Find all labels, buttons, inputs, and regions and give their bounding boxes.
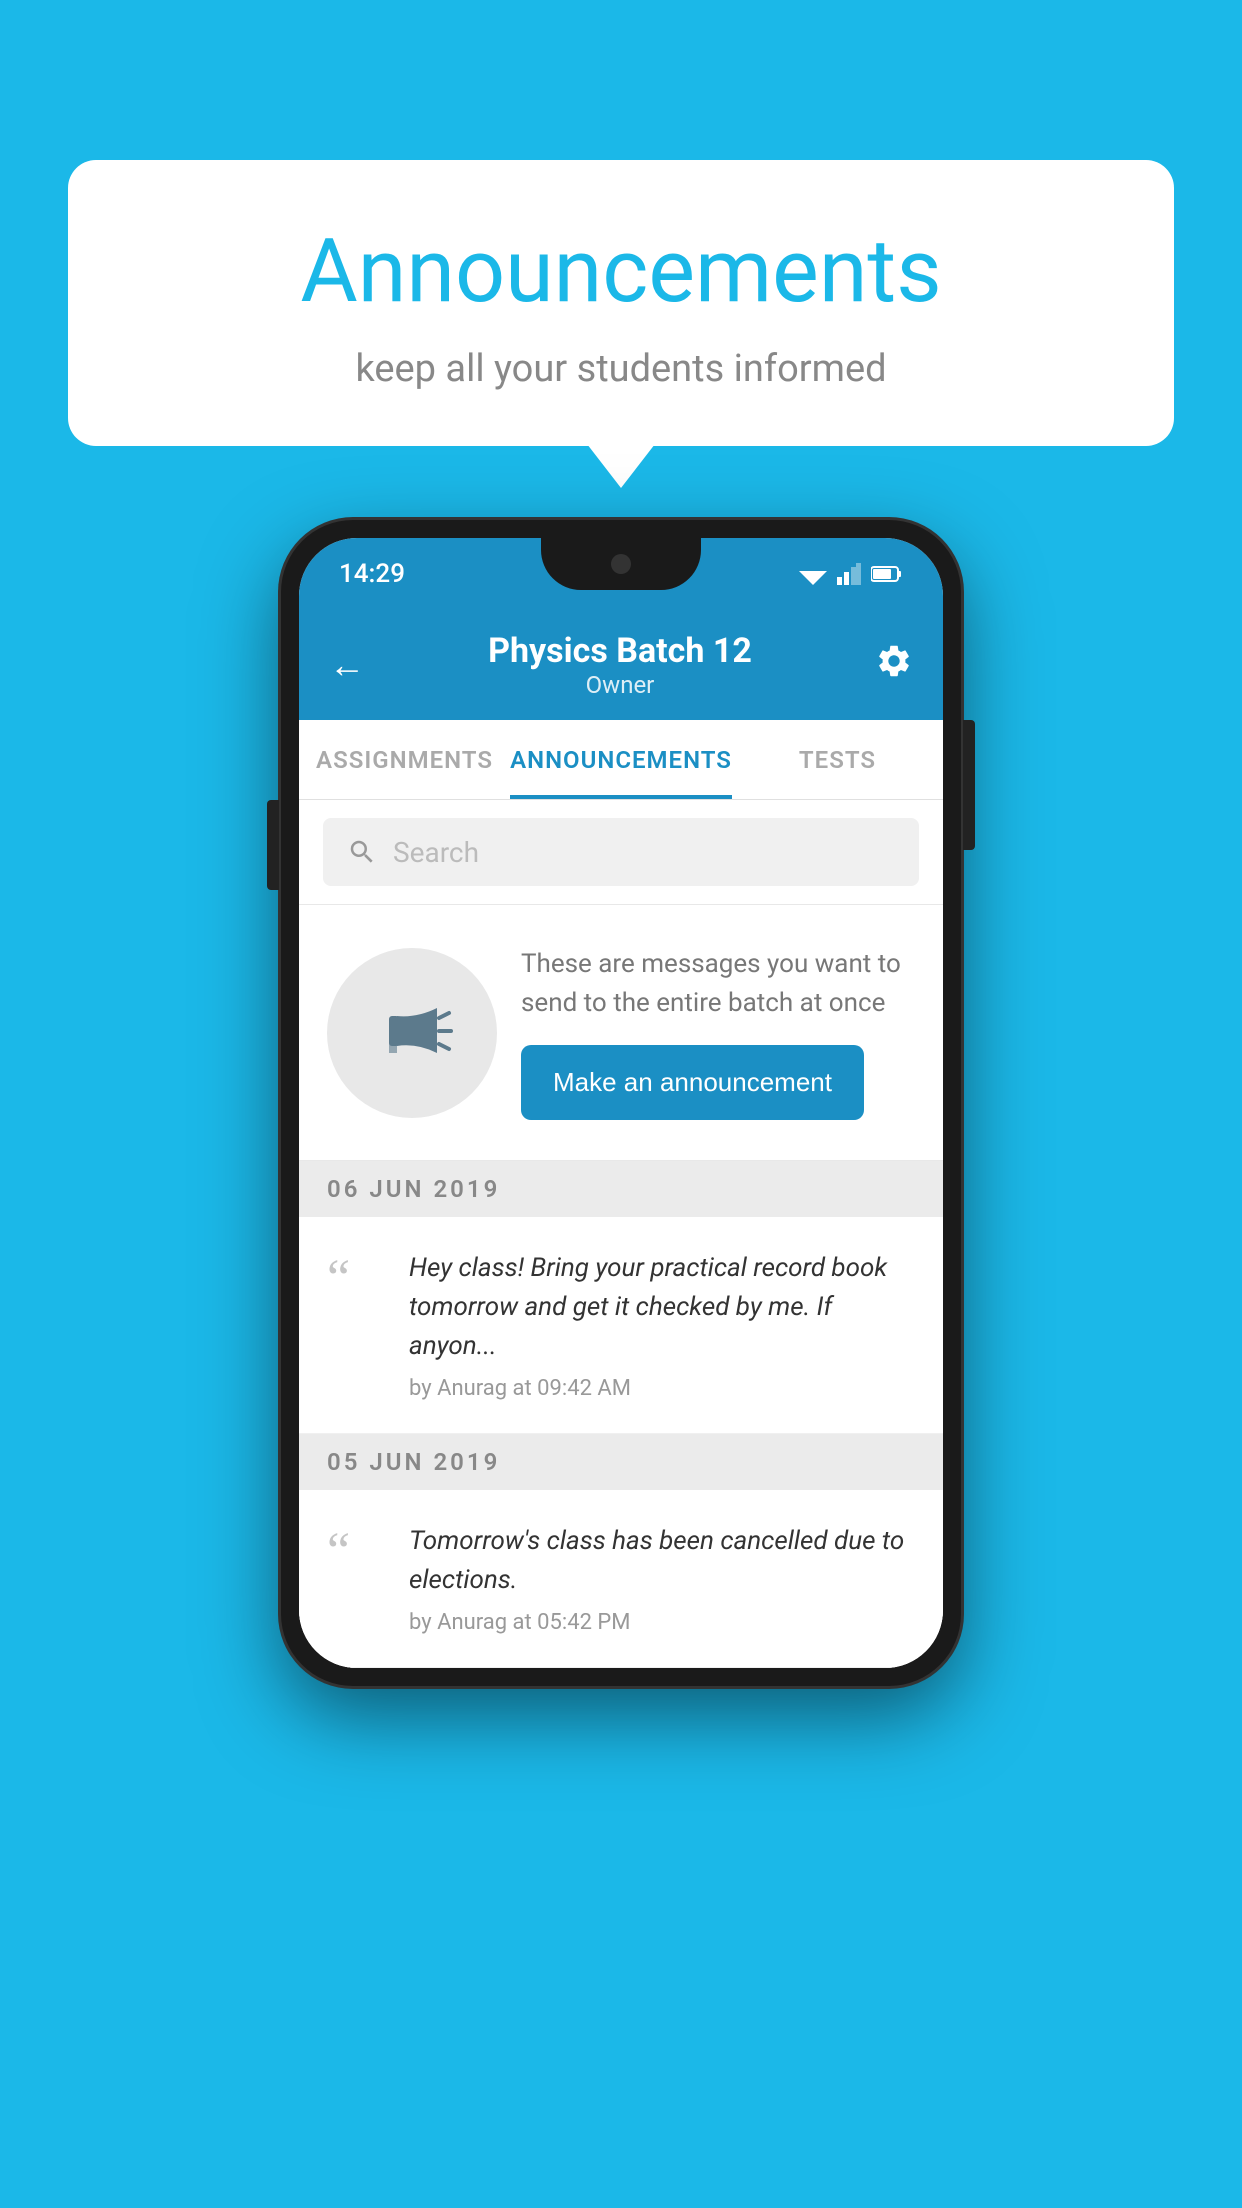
status-time: 14:29 [339, 559, 405, 589]
settings-icon[interactable] [875, 642, 913, 689]
announcement-meta-1: by Anurag at 09:42 AM [409, 1376, 915, 1401]
app-bar: ← Physics Batch 12 Owner [299, 610, 943, 720]
make-announcement-button[interactable]: Make an announcement [521, 1045, 864, 1120]
batch-role: Owner [488, 671, 752, 699]
app-bar-title: Physics Batch 12 Owner [488, 631, 752, 699]
promo-icon-circle [327, 948, 497, 1118]
phone-mockup: 14:29 [281, 520, 961, 1686]
bubble-subtitle: keep all your students informed [148, 347, 1094, 391]
battery-icon [871, 565, 903, 583]
batch-name: Physics Batch 12 [488, 631, 752, 671]
camera-dot [611, 554, 631, 574]
search-bar[interactable]: Search [323, 818, 919, 886]
speech-bubble-section: Announcements keep all your students inf… [68, 160, 1174, 446]
status-icons [799, 563, 903, 585]
wifi-icon [799, 563, 827, 585]
tab-assignments[interactable]: ASSIGNMENTS [299, 720, 510, 799]
announcement-content-1: Hey class! Bring your practical record b… [409, 1249, 915, 1401]
megaphone-icon [367, 988, 457, 1078]
date-separator-2: 05 JUN 2019 [299, 1434, 943, 1490]
notch [541, 538, 701, 590]
phone-screen: 14:29 [299, 538, 943, 1668]
status-bar: 14:29 [299, 538, 943, 610]
content-area: Search [299, 800, 943, 1668]
tabs-bar: ASSIGNMENTS ANNOUNCEMENTS TESTS [299, 720, 943, 800]
search-bar-container: Search [299, 800, 943, 905]
announcement-text-1: Hey class! Bring your practical record b… [409, 1249, 915, 1366]
speech-bubble-card: Announcements keep all your students inf… [68, 160, 1174, 446]
search-icon [347, 837, 377, 867]
bubble-title: Announcements [148, 220, 1094, 323]
search-placeholder: Search [393, 836, 479, 869]
date-separator-1: 06 JUN 2019 [299, 1161, 943, 1217]
promo-text-block: These are messages you want to send to t… [521, 945, 915, 1120]
phone-outer: 14:29 [281, 520, 961, 1686]
announcement-item-2[interactable]: “ Tomorrow's class has been cancelled du… [299, 1490, 943, 1668]
quote-icon-2: “ [327, 1522, 387, 1578]
back-button[interactable]: ← [329, 644, 365, 686]
promo-description: These are messages you want to send to t… [521, 945, 915, 1023]
announcement-content-2: Tomorrow's class has been cancelled due … [409, 1522, 915, 1635]
announcement-meta-2: by Anurag at 05:42 PM [409, 1610, 915, 1635]
signal-icon [837, 563, 861, 585]
quote-icon-1: “ [327, 1249, 387, 1305]
announcement-item-1[interactable]: “ Hey class! Bring your practical record… [299, 1217, 943, 1434]
tab-announcements[interactable]: ANNOUNCEMENTS [510, 720, 732, 799]
announcement-text-2: Tomorrow's class has been cancelled due … [409, 1522, 915, 1600]
promo-block: These are messages you want to send to t… [299, 905, 943, 1161]
tab-tests[interactable]: TESTS [732, 720, 943, 799]
